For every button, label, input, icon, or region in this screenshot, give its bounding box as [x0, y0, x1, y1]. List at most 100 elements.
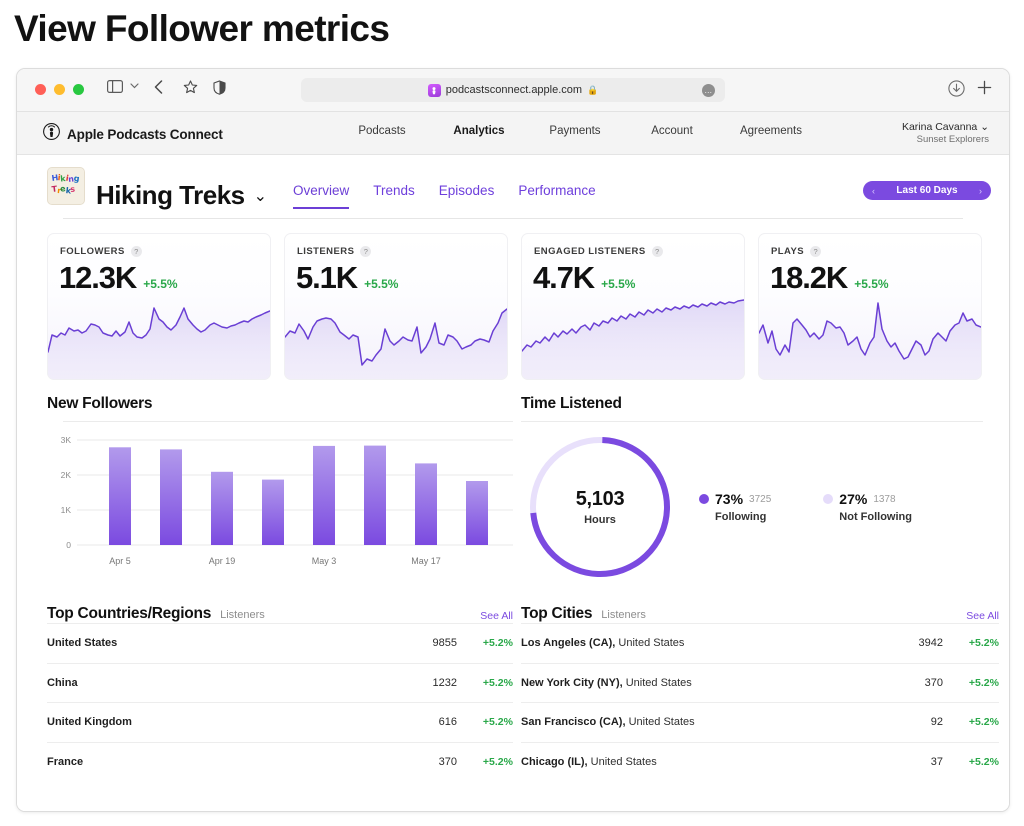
table-row[interactable]: China 1232 +5.2%: [47, 663, 513, 703]
table-row[interactable]: France 370 +5.2%: [47, 742, 513, 782]
star-icon[interactable]: [183, 80, 198, 95]
site-favicon-icon: [428, 84, 441, 97]
address-bar[interactable]: podcastsconnect.apple.com 🔒 …: [301, 78, 725, 102]
close-window-button[interactable]: [35, 84, 46, 95]
page-menu-icon[interactable]: …: [702, 84, 715, 97]
tab-trends[interactable]: Trends: [373, 183, 415, 209]
legend-label: Following: [715, 511, 771, 523]
kpi-label: FOLLOWERS ?: [60, 246, 142, 257]
nav-item-podcasts[interactable]: Podcasts: [333, 125, 431, 137]
sparkline-area: [522, 300, 744, 379]
bar: [364, 446, 386, 545]
row-name: France: [47, 756, 387, 768]
row-change: +5.2%: [943, 716, 999, 728]
minimize-window-button[interactable]: [54, 84, 65, 95]
kpi-card-followers[interactable]: FOLLOWERS ? 12.3K +5.5%: [47, 233, 271, 380]
show-artwork[interactable]: H i k i n g T r e k s: [47, 167, 85, 205]
help-icon[interactable]: ?: [131, 246, 142, 257]
show-title: Hiking Treks: [96, 182, 245, 208]
kpi-card-listeners[interactable]: LISTENERS ? 5.1K +5.5%: [284, 233, 508, 380]
time-listened-donut: 5,103 Hours: [521, 431, 679, 583]
nav-item-analytics[interactable]: Analytics: [431, 125, 527, 137]
gridlines: [77, 440, 513, 545]
kpi-label-text: FOLLOWERS: [60, 246, 125, 257]
kpi-value: 5.1K: [296, 260, 357, 296]
kpi-label-text: LISTENERS: [297, 246, 354, 257]
table-row[interactable]: Chicago (IL), United States 37 +5.2%: [521, 742, 999, 782]
kpi-delta: +5.5%: [854, 277, 888, 291]
help-icon[interactable]: ?: [360, 246, 371, 257]
chevron-down-icon[interactable]: [130, 83, 139, 89]
account-name: Karina Cavanna ⌄: [902, 121, 989, 133]
kpi-value: 12.3K: [59, 260, 136, 296]
svg-text:May 17: May 17: [411, 556, 441, 566]
sparkline-chart-plays: [759, 297, 981, 379]
url-text: podcastsconnect.apple.com: [446, 84, 582, 96]
maximize-window-button[interactable]: [73, 84, 84, 95]
help-icon[interactable]: ?: [810, 246, 821, 257]
table-row[interactable]: New York City (NY), United States 370 +5…: [521, 663, 999, 703]
account-chevron-down-icon[interactable]: ⌄: [980, 121, 989, 133]
back-icon[interactable]: [154, 80, 163, 94]
browser-toolbar: podcastsconnect.apple.com 🔒 …: [17, 69, 1009, 112]
row-value: 616: [387, 716, 457, 728]
top-countries-panel: Top Countries/Regions Listeners See All …: [47, 605, 513, 781]
svg-text:0: 0: [66, 540, 71, 550]
nav-item-account[interactable]: Account: [623, 125, 721, 137]
kpi-label: PLAYS ?: [771, 246, 821, 257]
row-name: China: [47, 677, 387, 689]
date-range-next-icon[interactable]: ›: [979, 186, 982, 196]
kpi-value: 4.7K: [533, 260, 594, 296]
analytics-tabs: Overview Trends Episodes Performance: [293, 183, 596, 209]
top-cities-see-all-link[interactable]: See All: [966, 610, 999, 622]
sidebar-icon[interactable]: [107, 80, 123, 93]
kpi-card-engaged-listeners[interactable]: ENGAGED LISTENERS ? 4.7K +5.5%: [521, 233, 745, 380]
shield-icon[interactable]: [213, 80, 226, 95]
legend-percent: 73%: [715, 491, 743, 507]
kpi-label: ENGAGED LISTENERS ?: [534, 246, 663, 257]
table-row[interactable]: San Francisco (CA), United States 92 +5.…: [521, 702, 999, 742]
nav-item-agreements[interactable]: Agreements: [721, 125, 821, 137]
sparkline-area: [759, 303, 981, 379]
tab-overview[interactable]: Overview: [293, 183, 349, 209]
tab-performance[interactable]: Performance: [518, 183, 595, 209]
date-range-selector[interactable]: ‹ Last 60 Days ›: [863, 181, 991, 200]
table-row[interactable]: United Kingdom 616 +5.2%: [47, 702, 513, 742]
bar: [160, 449, 182, 545]
row-name: Chicago (IL), United States: [521, 756, 873, 768]
brand-name: Apple Podcasts Connect: [67, 127, 223, 142]
top-countries-see-all-link[interactable]: See All: [480, 610, 513, 622]
new-tab-icon[interactable]: [977, 80, 992, 95]
kpi-value-row: 12.3K +5.5%: [59, 260, 178, 296]
row-change: +5.2%: [457, 756, 513, 768]
show-chevron-down-icon[interactable]: ⌄: [254, 186, 267, 206]
row-change: +5.2%: [943, 637, 999, 649]
table-row[interactable]: United States 9855 +5.2%: [47, 623, 513, 663]
legend-percent: 27%: [839, 491, 867, 507]
kpi-value-row: 18.2K +5.5%: [770, 260, 889, 296]
kpi-card-plays[interactable]: PLAYS ? 18.2K +5.5%: [758, 233, 982, 380]
kpi-cards: FOLLOWERS ? 12.3K +5.5% LISTENERS: [47, 233, 982, 380]
apple-podcasts-icon: [43, 123, 60, 145]
bar: [313, 446, 335, 545]
help-icon[interactable]: ?: [652, 246, 663, 257]
top-countries-title: Top Countries/Regions: [47, 605, 211, 623]
bar: [415, 463, 437, 545]
sparkline-chart-listeners: [285, 297, 507, 379]
account-menu[interactable]: Karina Cavanna ⌄ Sunset Explorers: [902, 121, 989, 145]
legend-item-following: 73% 3725 Following: [699, 491, 771, 523]
row-value: 37: [873, 756, 943, 768]
window-controls[interactable]: [35, 84, 84, 95]
download-icon[interactable]: [948, 80, 965, 97]
tab-episodes[interactable]: Episodes: [439, 183, 495, 209]
svg-text:May 3: May 3: [312, 556, 337, 566]
lock-icon: 🔒: [587, 85, 598, 96]
donut-legend: 73% 3725 Following 27% 1378 Not Followin…: [699, 491, 912, 523]
kpi-value-row: 5.1K +5.5%: [296, 260, 398, 296]
row-value: 9855: [387, 637, 457, 649]
table-row[interactable]: Los Angeles (CA), United States 3942 +5.…: [521, 623, 999, 663]
legend-label: Not Following: [839, 511, 912, 523]
brand[interactable]: Apple Podcasts Connect: [43, 123, 223, 145]
row-name: Los Angeles (CA), United States: [521, 637, 873, 649]
nav-item-payments[interactable]: Payments: [527, 125, 623, 137]
